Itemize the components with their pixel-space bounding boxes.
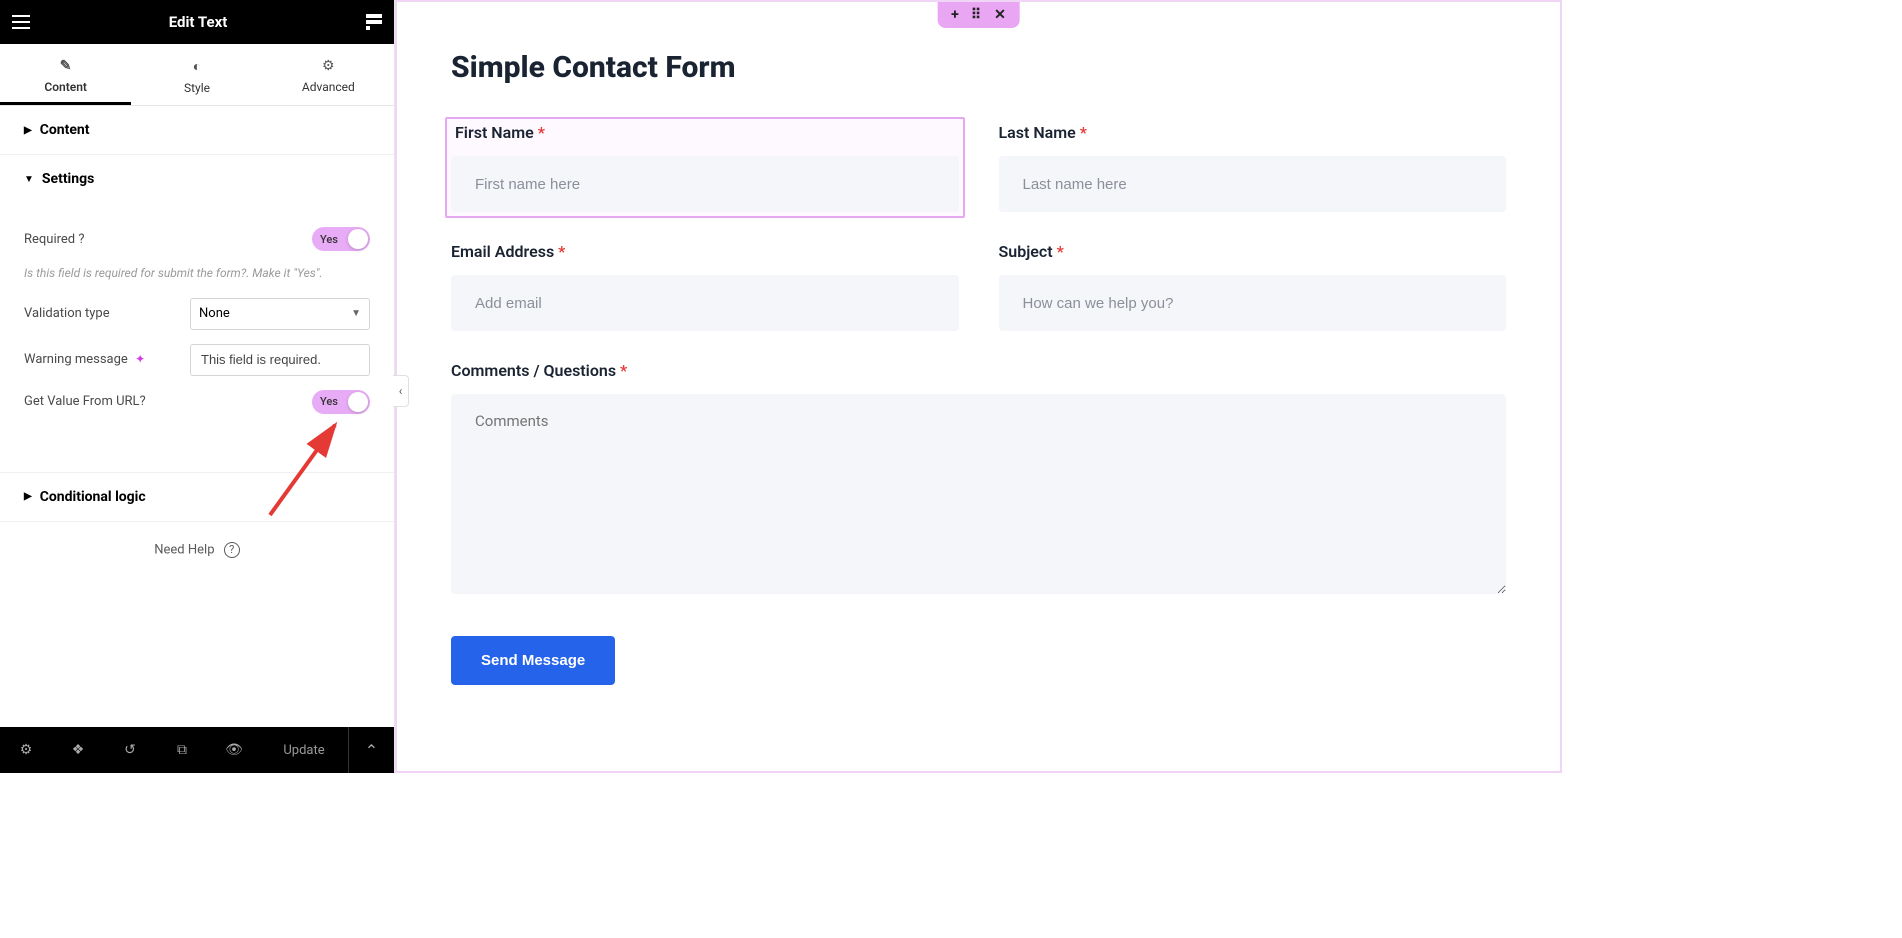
url-toggle-text: Yes [320,395,338,408]
tab-advanced[interactable]: ⚙ Advanced [263,44,394,105]
tab-style[interactable]: ◐ Style [131,44,262,105]
form-title: Simple Contact Form [451,50,1506,85]
form-grid: First Name * Last Name * Email Address * [451,123,1506,685]
drag-handle-icon[interactable]: ⠿ [971,7,982,23]
chevron-up-icon: ⌃ [365,741,378,760]
field-email: Email Address * [451,242,959,331]
chevron-down-icon: ▼ [351,308,361,319]
sidebar-header: Edit Text [0,0,394,44]
required-asterisk: * [558,242,565,261]
required-toggle[interactable]: Yes [312,227,370,251]
field-last-name: Last Name * [999,123,1507,212]
required-label: Required ? [24,232,85,247]
required-asterisk: * [1080,123,1087,142]
caret-down-icon: ▼ [24,174,34,185]
validation-value: None [199,306,230,321]
field-first-name[interactable]: First Name * [445,117,965,218]
caret-right-icon: ▶ [24,125,32,136]
email-label: Email Address * [451,242,959,261]
tab-content-label: Content [44,80,87,94]
section-settings-header[interactable]: ▼ Settings [0,155,394,203]
responsive-icon: ⧉ [177,742,187,758]
contrast-icon: ◐ [131,58,262,75]
comments-textarea[interactable] [451,394,1506,594]
email-input[interactable] [451,275,959,331]
required-helper-text: Is this field is required for submit the… [24,265,370,282]
caret-right-icon: ▶ [24,491,32,502]
footer-preview-button[interactable]: 👁 [208,727,260,773]
gear-icon: ⚙ [263,58,394,74]
question-icon: ? [224,542,240,558]
close-button[interactable]: ✕ [994,7,1006,23]
section-conditional-header[interactable]: ▶ Conditional logic [0,472,394,522]
required-asterisk: * [1057,242,1064,261]
first-name-input[interactable] [451,156,959,212]
warning-label: Warning message ✦ [24,352,145,367]
editor-tabs: ✎ Content ◐ Style ⚙ Advanced [0,44,394,106]
add-section-button[interactable]: + [951,7,959,23]
pencil-icon: ✎ [0,58,131,74]
tab-style-label: Style [184,81,210,95]
layers-icon: ❖ [72,742,85,758]
history-icon: ↺ [124,742,136,758]
settings-body: Required ? Yes Is this field is required… [0,203,394,452]
validation-label: Validation type [24,306,110,321]
tab-advanced-label: Advanced [302,80,355,94]
need-help-link[interactable]: Need Help ? [0,522,394,578]
footer-responsive-button[interactable]: ⧉ [156,727,208,773]
setting-validation: Validation type None ▼ [24,298,370,330]
field-subject: Subject * [999,242,1507,331]
widgets-grid-icon[interactable] [366,14,382,30]
section-toolbar: + ⠿ ✕ [937,2,1020,28]
section-content-header[interactable]: ▶ Content [0,106,394,155]
form-preview: Simple Contact Form First Name * Last Na… [397,2,1560,733]
setting-url-value: Get Value From URL? Yes [24,390,370,414]
subject-input[interactable] [999,275,1507,331]
section-settings-label: Settings [42,171,94,187]
tab-content[interactable]: ✎ Content [0,44,131,105]
need-help-label: Need Help [154,542,214,557]
sparkle-icon: ✦ [135,352,145,366]
last-name-label: Last Name * [999,123,1507,142]
url-value-label: Get Value From URL? [24,394,146,409]
eye-icon: 👁 [225,742,243,758]
toggle-knob [348,229,368,249]
required-asterisk: * [620,361,627,380]
first-name-label: First Name * [451,123,959,142]
editor-sidebar: Edit Text ✎ Content ◐ Style ⚙ Advanced ▶… [0,0,395,773]
submit-button[interactable]: Send Message [451,636,615,685]
collapse-sidebar-handle[interactable]: ‹ [393,375,409,407]
panel-body: ▶ Content ▼ Settings Required ? Yes Is t… [0,106,394,727]
warning-input[interactable] [190,344,370,376]
editor-canvas: + ⠿ ✕ Simple Contact Form First Name * L… [395,0,1562,773]
validation-select[interactable]: None ▼ [190,298,370,330]
footer-history-button[interactable]: ↺ [104,727,156,773]
setting-warning: Warning message ✦ [24,344,370,376]
footer-expand-button[interactable]: ⌃ [348,727,394,773]
footer-update-button[interactable]: Update [260,743,348,758]
toggle-knob [348,392,368,412]
section-content-label: Content [40,122,90,138]
sidebar-footer: ⚙ ❖ ↺ ⧉ 👁 Update ⌃ [0,727,394,773]
required-toggle-text: Yes [320,233,338,246]
chevron-left-icon: ‹ [399,384,403,398]
section-conditional-label: Conditional logic [40,489,146,505]
gear-icon: ⚙ [20,742,33,758]
subject-label: Subject * [999,242,1507,261]
footer-navigator-button[interactable]: ❖ [52,727,104,773]
comments-label: Comments / Questions * [451,361,1506,380]
url-value-toggle[interactable]: Yes [312,390,370,414]
sidebar-title: Edit Text [169,13,228,31]
submit-row: Send Message [451,628,1506,685]
last-name-input[interactable] [999,156,1507,212]
footer-settings-button[interactable]: ⚙ [0,727,52,773]
menu-icon[interactable] [12,15,30,29]
required-asterisk: * [538,123,545,142]
setting-required: Required ? Yes [24,227,370,251]
field-comments: Comments / Questions * [451,361,1506,598]
